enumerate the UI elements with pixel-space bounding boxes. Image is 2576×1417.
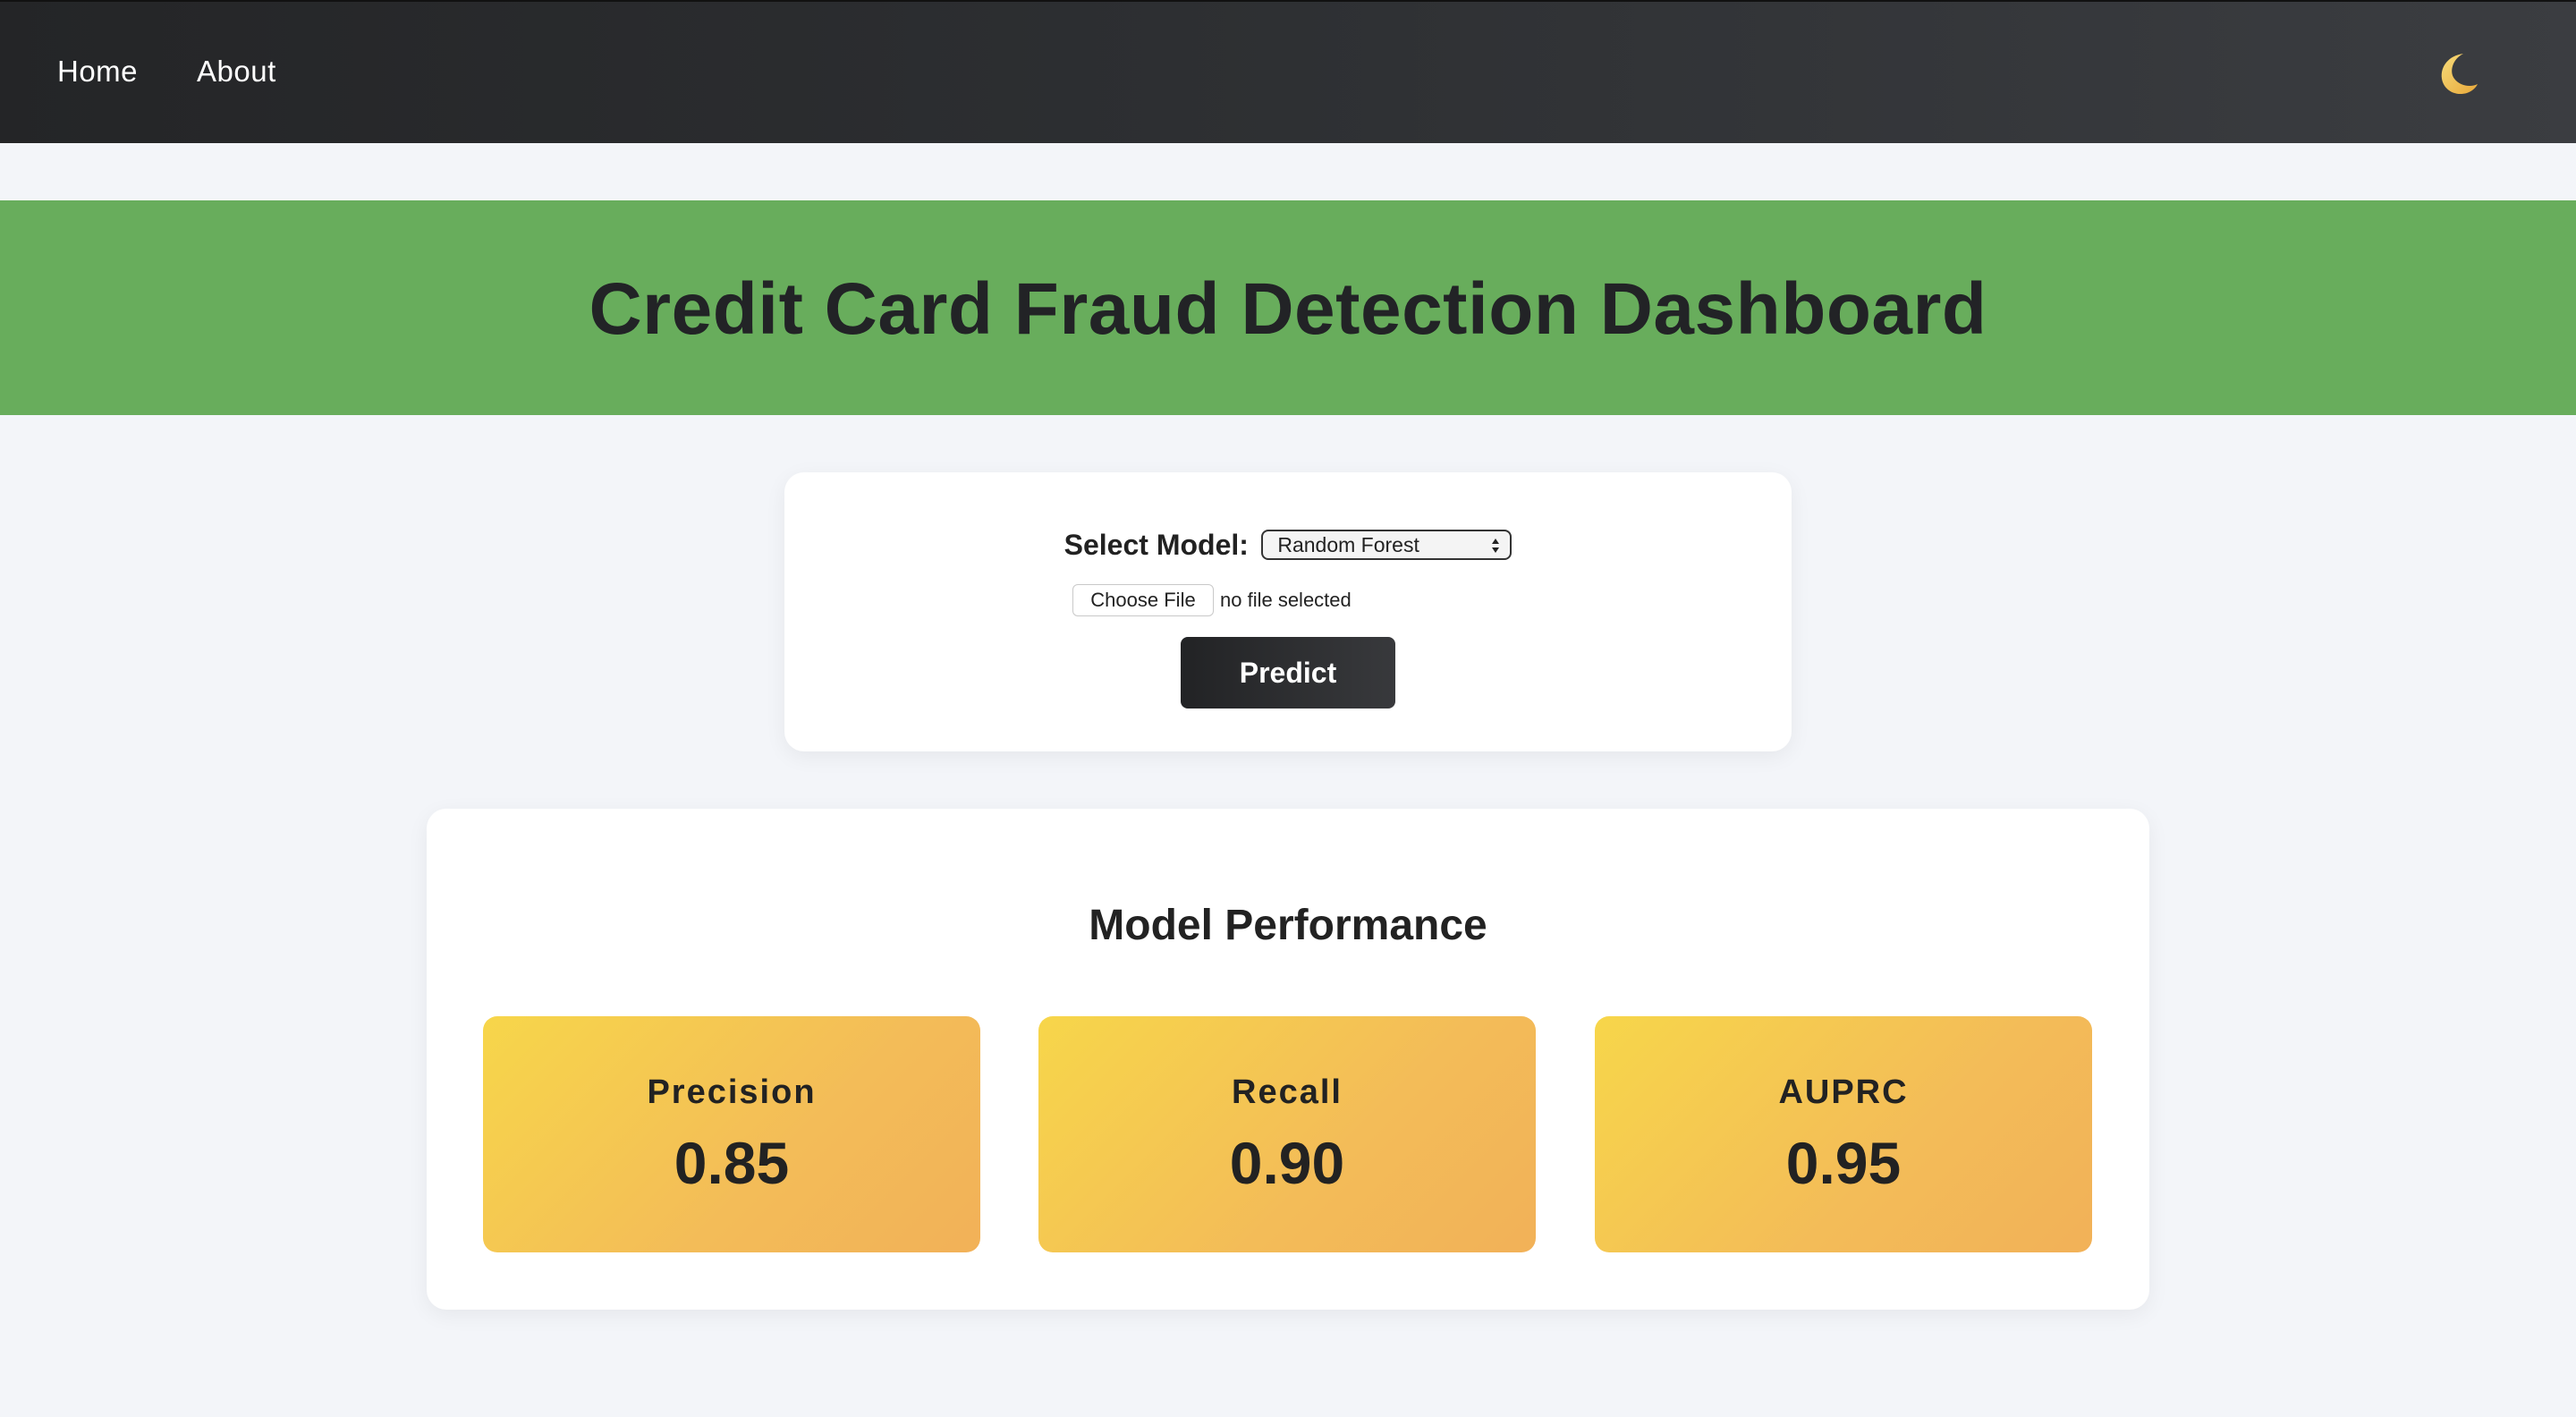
metric-name: Recall <box>1232 1073 1343 1111</box>
title-banner: Credit Card Fraud Detection Dashboard <box>0 200 2576 415</box>
crescent-moon-icon <box>2441 54 2478 95</box>
top-navbar: Home About <box>0 0 2576 143</box>
metric-value: 0.90 <box>1229 1130 1345 1196</box>
nav-home-link[interactable]: Home <box>57 48 138 95</box>
select-arrows-icon <box>1492 539 1500 553</box>
metric-value: 0.95 <box>1785 1130 1902 1196</box>
metric-value: 0.85 <box>674 1130 790 1196</box>
nav-about-link[interactable]: About <box>197 48 276 95</box>
metric-card-auprc: AUPRC 0.95 <box>1595 1016 2092 1252</box>
model-select-row: Select Model: Random Forest <box>784 524 1792 565</box>
performance-title: Model Performance <box>1089 902 1487 949</box>
metric-name: AUPRC <box>1778 1073 1909 1111</box>
file-status-text: no file selected <box>1220 589 1352 611</box>
choose-file-button[interactable]: Choose File <box>1072 584 1214 616</box>
model-select-dropdown[interactable]: Random Forest <box>1261 530 1513 560</box>
model-select-label: Select Model: <box>1063 529 1249 561</box>
metric-card-recall: Recall 0.90 <box>1038 1016 1536 1252</box>
theme-toggle-button[interactable] <box>2429 48 2483 98</box>
metric-card-precision: Precision 0.85 <box>483 1016 980 1252</box>
model-select-value: Random Forest <box>1277 533 1419 556</box>
predict-button[interactable]: Predict <box>1181 637 1395 708</box>
metric-name: Precision <box>647 1073 817 1111</box>
page-title: Credit Card Fraud Detection Dashboard <box>589 268 1987 350</box>
